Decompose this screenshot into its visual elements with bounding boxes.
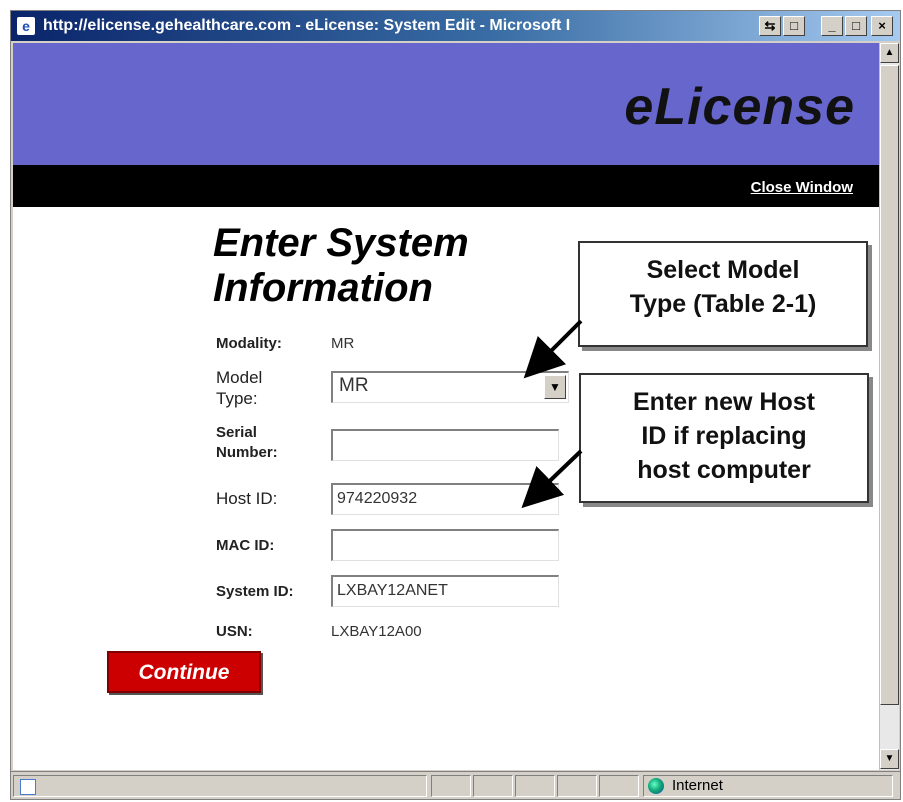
mac-id-field[interactable] [331,529,559,561]
model-type-label: Model Type: [216,367,262,409]
browser-window: e http://elicense.gehealthcare.com - eLi… [10,10,901,800]
arrow-to-model-select [523,319,583,379]
nav-bar: Close Window [13,165,881,207]
status-pane-3 [515,775,555,797]
status-pane-1 [431,775,471,797]
scroll-down-icon[interactable]: ▼ [880,749,899,769]
close-button[interactable]: × [871,16,893,36]
close-window-link[interactable]: Close Window [751,179,853,196]
globe-icon [648,778,664,794]
modality-value: MR [331,335,355,352]
maximize-button[interactable]: □ [845,16,867,36]
security-zone-label: Internet [672,777,723,794]
serial-number-field[interactable] [331,429,559,461]
internet-explorer-icon: e [17,17,35,35]
callout-host-line3: host computer [637,456,811,484]
page-title-line2: Information [213,266,433,310]
callout-host-line1: Enter new Host [633,388,815,416]
page-title: Enter System Information [213,221,469,311]
modality-label: Modality: [216,335,282,352]
page-title-line1: Enter System [213,221,469,265]
header-banner: eLicense [13,43,881,165]
model-type-label-line2: Type: [216,389,258,408]
vertical-scrollbar[interactable]: ▲ ▼ [879,43,899,770]
callout-model-line2: Type (Table 2-1) [629,290,817,318]
serial-number-label-line2: Number: [216,444,278,461]
callout-select-model: Select Model Type (Table 2-1) [578,241,868,347]
page-icon [20,779,36,795]
callout-model-line1: Select Model [646,256,800,284]
system-id-field[interactable]: LXBAY12ANET [331,575,559,607]
restore-icon[interactable]: ⇆ [759,16,781,36]
window-title: http://elicense.gehealthcare.com - eLice… [43,17,571,34]
callout-host-id: Enter new Host ID if replacing host comp… [579,373,869,503]
brand-logo: eLicense [624,78,855,136]
title-bar: e http://elicense.gehealthcare.com - eLi… [11,11,900,41]
status-pane-2 [473,775,513,797]
continue-button[interactable]: Continue [107,651,261,693]
usn-value: LXBAY12A00 [331,623,422,640]
dropdown-arrow-icon[interactable]: ▼ [544,375,566,399]
model-type-label-line1: Model [216,368,263,387]
status-bar: Internet [11,771,900,799]
host-id-field[interactable]: 974220932 [331,483,559,515]
callout-host-line2: ID if replacing [641,422,807,450]
maximize-icon[interactable]: □ [783,16,805,36]
system-id-label: System ID: [216,583,294,600]
status-pane-5 [599,775,639,797]
usn-label: USN: [216,623,253,640]
minimize-button[interactable]: _ [821,16,843,36]
mac-id-label: MAC ID: [216,537,275,554]
status-text-pane [13,775,427,797]
model-type-select[interactable]: MR ▼ [331,371,569,403]
serial-number-label-line1: Serial [216,424,257,441]
security-zone-pane: Internet [643,775,893,797]
serial-number-label: Serial Number: [216,423,278,463]
status-pane-4 [557,775,597,797]
page-content: eLicense Close Window Enter System Infor… [13,43,881,770]
scrollbar-thumb[interactable] [880,65,899,705]
host-id-label: Host ID: [216,489,278,508]
model-type-selected-value: MR [339,375,369,396]
scroll-up-icon[interactable]: ▲ [880,43,899,63]
